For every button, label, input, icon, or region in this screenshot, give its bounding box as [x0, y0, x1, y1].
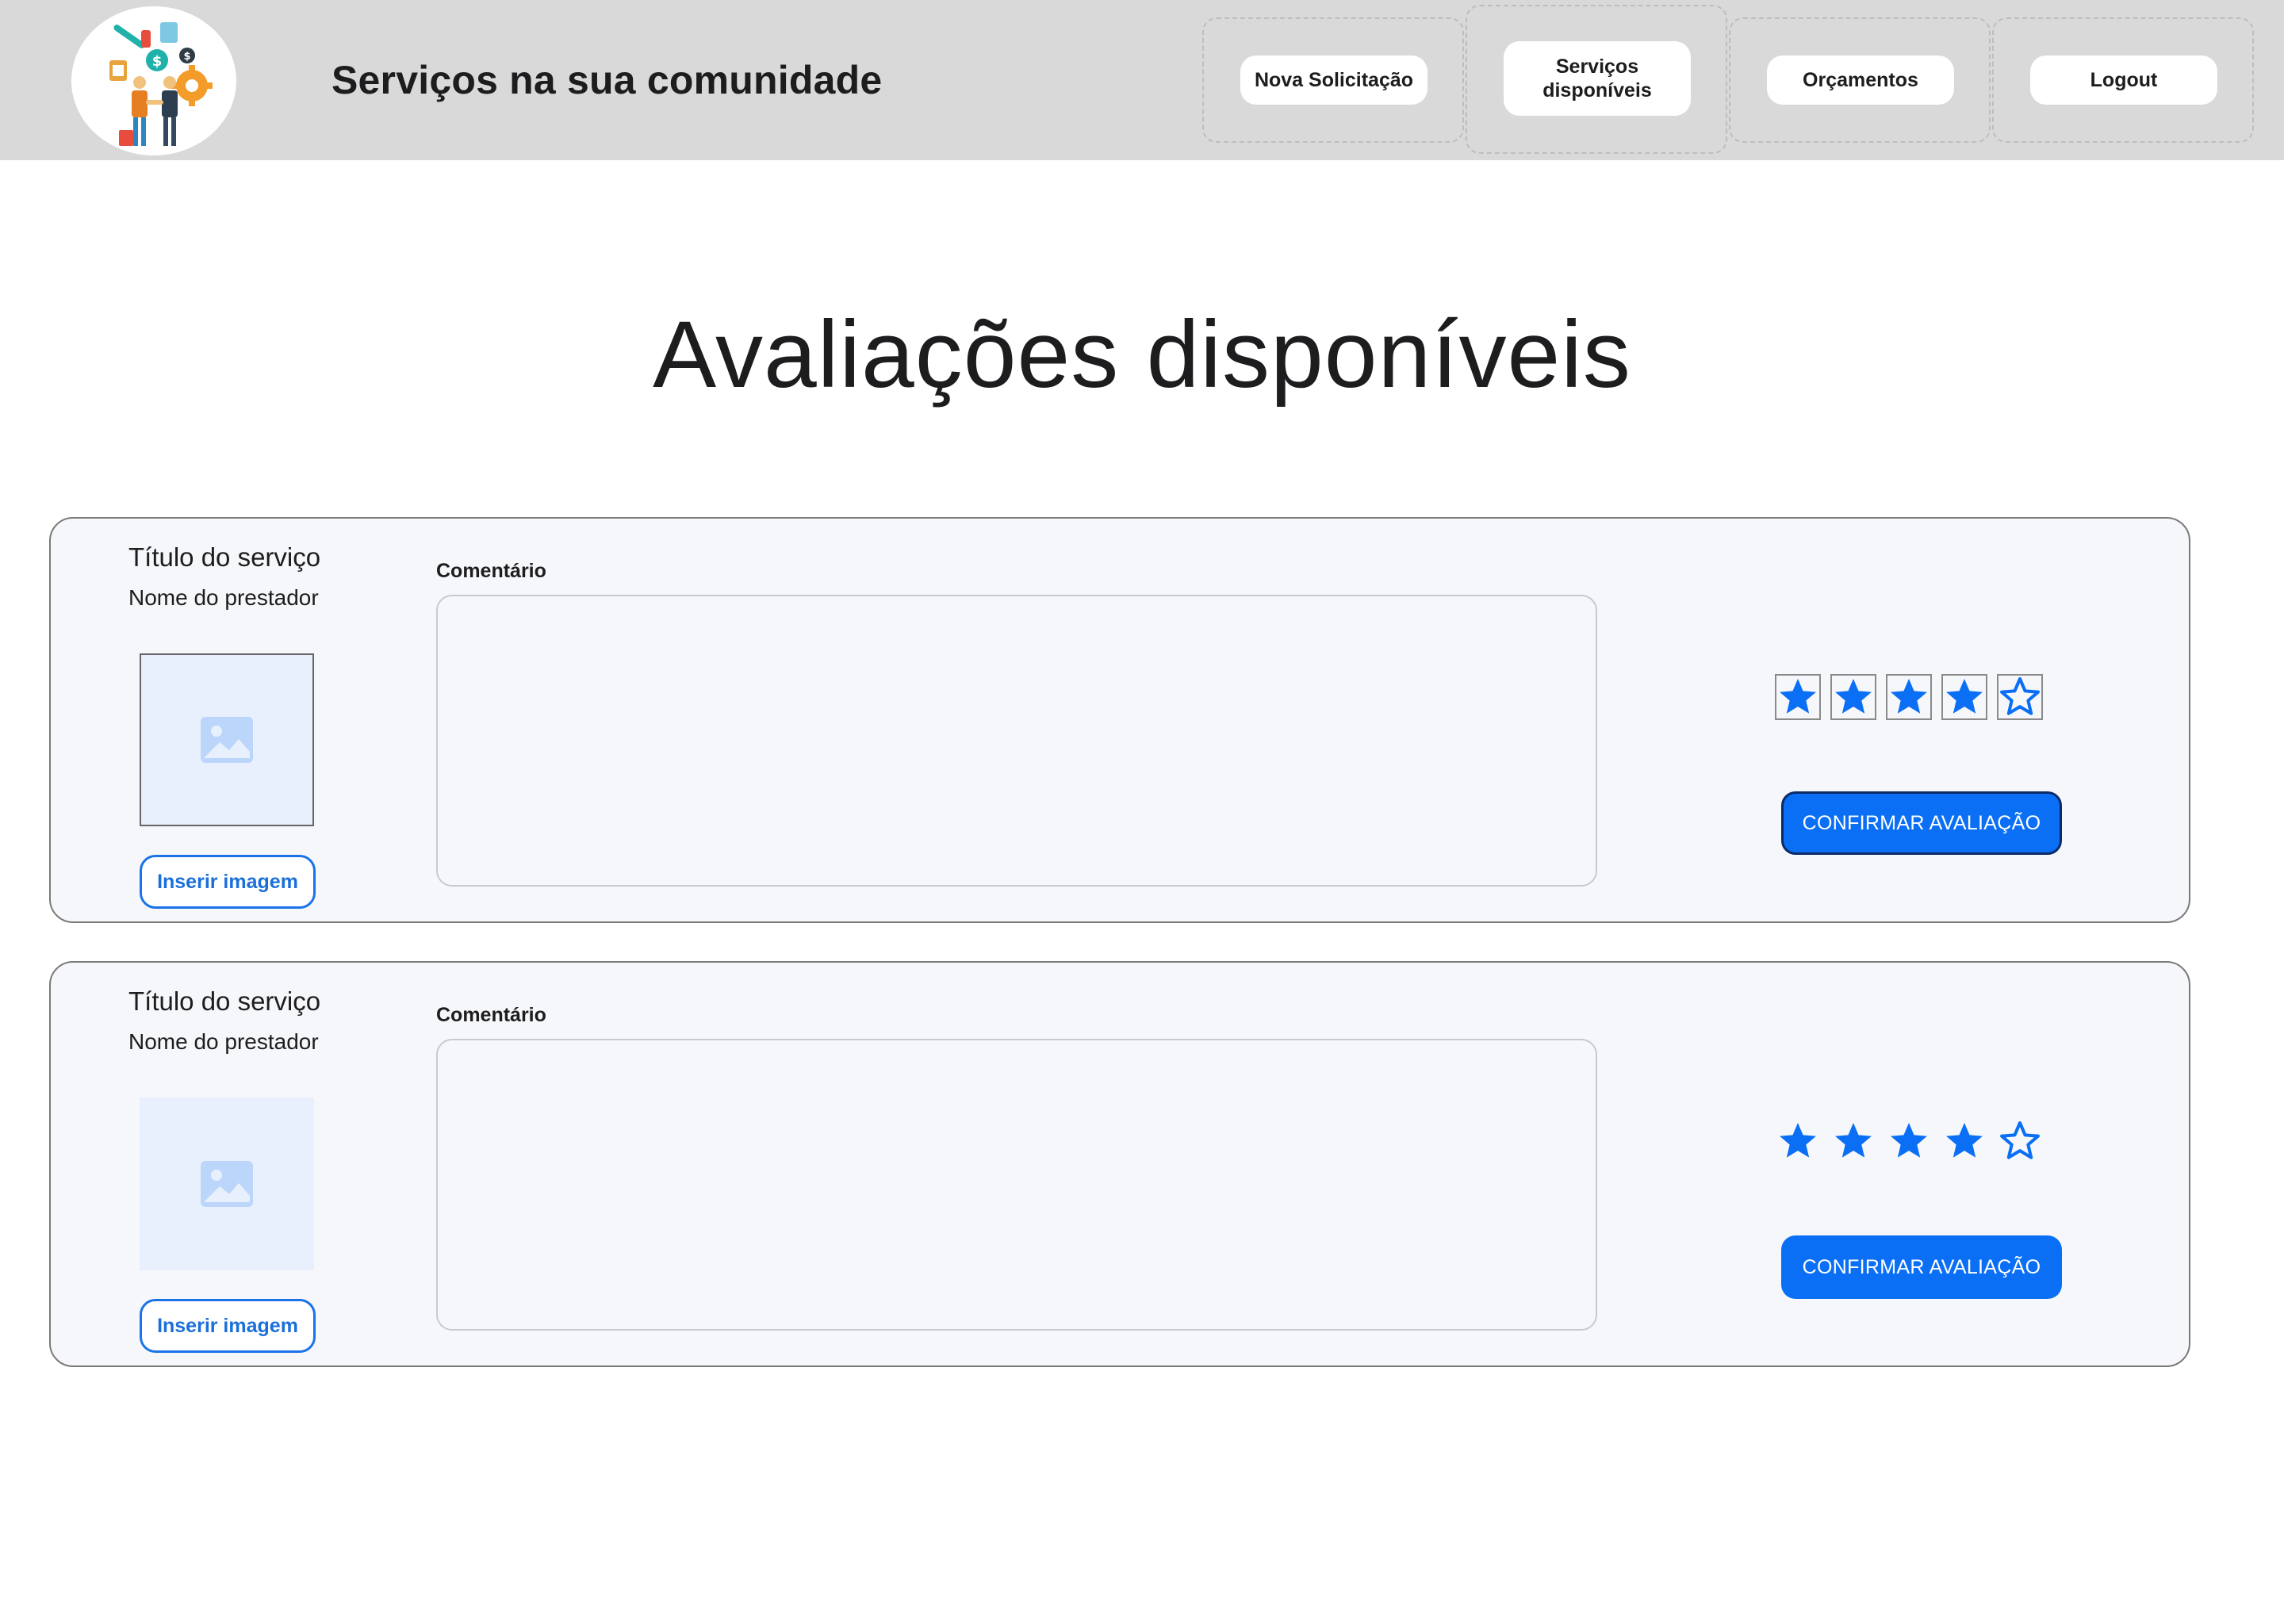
provider-name: Nome do prestador: [128, 1029, 319, 1054]
nav-button-orcamentos[interactable]: Orçamentos: [1767, 56, 1954, 105]
confirm-rating-button[interactable]: CONFIRMAR AVALIAÇÃO: [1781, 791, 2062, 855]
comment-label: Comentário: [436, 560, 546, 582]
star-outline-icon: [2000, 677, 2040, 715]
star-5[interactable]: [1997, 674, 2043, 720]
review-card: Título do serviço Nome do prestador Inse…: [49, 961, 2190, 1367]
nav-button-servicos-disponiveis[interactable]: Serviços disponíveis: [1504, 41, 1691, 116]
app-title: Serviços na sua comunidade: [331, 58, 883, 102]
star-rating: [1775, 1118, 2043, 1164]
svg-text:$: $: [183, 51, 190, 63]
service-title: Título do serviço: [128, 986, 321, 1016]
page-title: Avaliações disponíveis: [653, 301, 1631, 408]
star-outline-icon: [2000, 1121, 2040, 1159]
insert-image-button[interactable]: Inserir imagem: [140, 855, 316, 909]
image-icon: [201, 717, 253, 763]
review-card: Título do serviço Nome do prestador Inse…: [49, 517, 2190, 923]
app-header: $ $ Serviços na sua comunidade Nova Soli…: [0, 0, 2284, 160]
svg-text:$: $: [152, 53, 163, 70]
insert-image-button[interactable]: Inserir imagem: [140, 1299, 316, 1353]
star-4[interactable]: [1941, 1118, 1987, 1164]
star-3[interactable]: [1886, 1118, 1932, 1164]
star-filled-icon: [1835, 1123, 1872, 1158]
star-3[interactable]: [1886, 674, 1932, 720]
confirm-rating-button[interactable]: CONFIRMAR AVALIAÇÃO: [1781, 1235, 2062, 1299]
comment-field[interactable]: [436, 1039, 1597, 1331]
star-1[interactable]: [1775, 674, 1821, 720]
image-icon: [201, 1161, 253, 1207]
star-rating: [1775, 674, 2043, 720]
image-placeholder[interactable]: [140, 653, 314, 826]
star-2[interactable]: [1830, 1118, 1876, 1164]
star-filled-icon: [1780, 1123, 1816, 1158]
star-filled-icon: [1780, 679, 1816, 714]
provider-name: Nome do prestador: [128, 585, 319, 610]
star-filled-icon: [1891, 1123, 1927, 1158]
star-filled-icon: [1835, 679, 1872, 714]
service-title: Título do serviço: [128, 542, 321, 572]
star-4[interactable]: [1941, 674, 1987, 720]
nav-button-logout[interactable]: Logout: [2030, 56, 2217, 105]
nav-button-nova-solicitacao[interactable]: Nova Solicitação: [1240, 56, 1428, 105]
app-logo[interactable]: $ $: [71, 6, 236, 155]
star-filled-icon: [1946, 1123, 1983, 1158]
community-services-logo-icon: $ $: [109, 22, 213, 146]
image-placeholder[interactable]: [140, 1097, 314, 1270]
star-1[interactable]: [1775, 1118, 1821, 1164]
star-filled-icon: [1891, 679, 1927, 714]
star-2[interactable]: [1830, 674, 1876, 720]
star-5[interactable]: [1997, 1118, 2043, 1164]
comment-label: Comentário: [436, 1004, 546, 1026]
comment-field[interactable]: [436, 595, 1597, 887]
star-filled-icon: [1946, 679, 1983, 714]
